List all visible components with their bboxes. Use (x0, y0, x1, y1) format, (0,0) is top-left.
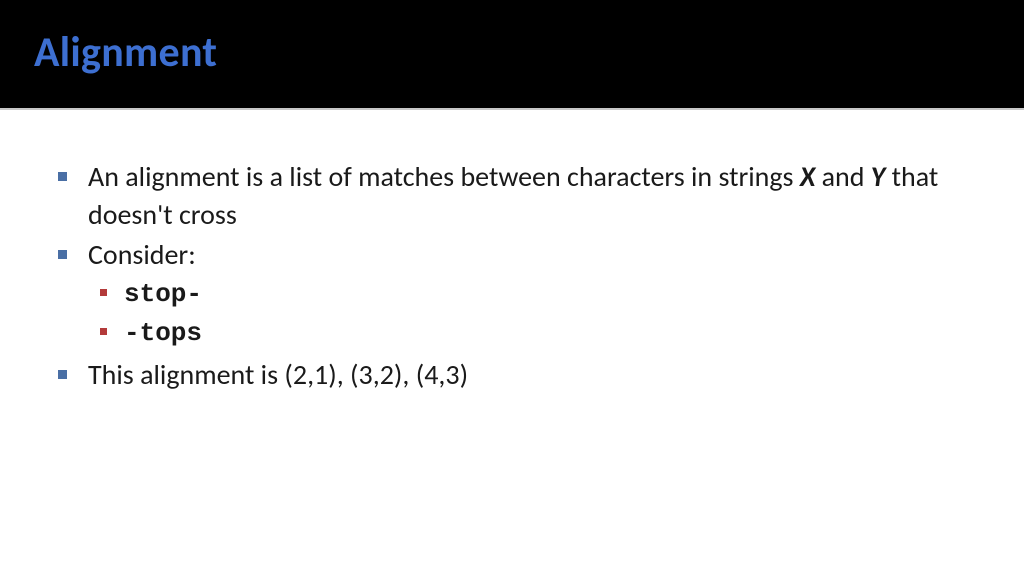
bullet-text: This alignment is (2,1), (3,2), (4,3) (88, 357, 468, 392)
bullet-item: Consider: stop- -tops (50, 236, 974, 352)
bullet-text: and (815, 159, 871, 194)
slide-body: An alignment is a list of matches betwee… (0, 110, 1024, 393)
bullet-text: An alignment is a list of matches betwee… (88, 159, 800, 194)
bullet-item: An alignment is a list of matches betwee… (50, 158, 974, 234)
slide-title: Alignment (34, 27, 217, 78)
sub-bullet-item: stop- (88, 277, 974, 312)
var-x: X (800, 159, 815, 194)
bullet-text: Consider: (88, 237, 196, 272)
sub-bullet-item: -tops (88, 316, 974, 351)
bullet-list: An alignment is a list of matches betwee… (50, 158, 974, 393)
var-y: Y (871, 159, 886, 194)
sub-bullet-list: stop- -tops (88, 277, 974, 351)
slide-header: Alignment (0, 0, 1024, 110)
bullet-item: This alignment is (2,1), (3,2), (4,3) (50, 356, 974, 394)
